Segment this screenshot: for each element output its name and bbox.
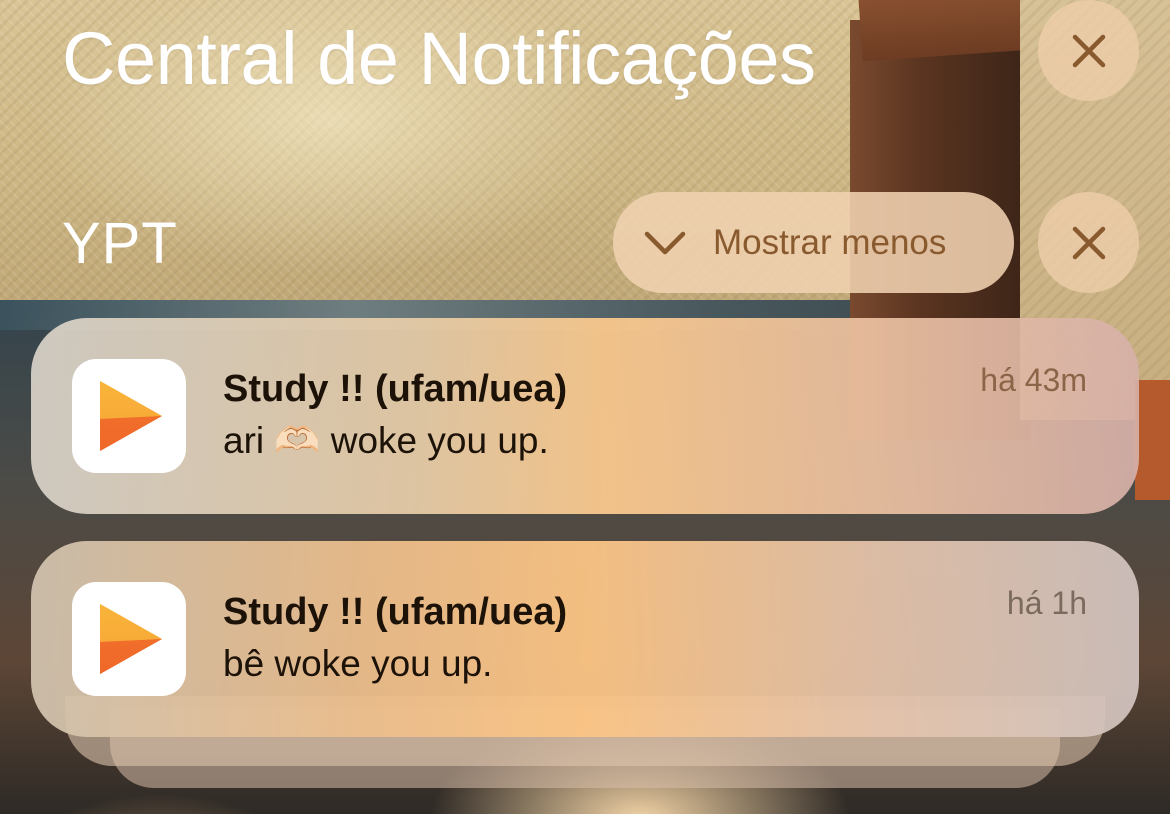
- app-icon: [72, 582, 186, 696]
- notification-title: Study !! (ufam/uea): [223, 368, 568, 410]
- notification-time: há 1h: [1006, 585, 1087, 621]
- page-title: Central de Notificações: [62, 17, 816, 100]
- play-icon: [100, 381, 162, 451]
- close-icon: [1072, 226, 1105, 259]
- clear-group-button[interactable]: [1038, 192, 1139, 293]
- play-icon: [100, 604, 162, 674]
- group-name: YPT: [62, 211, 178, 276]
- notification-body: bê woke you up.: [223, 643, 493, 684]
- notification-time: há 43m: [980, 362, 1087, 398]
- clear-all-button[interactable]: [1038, 0, 1139, 101]
- notification-card[interactable]: Study !! (ufam/uea) ari 🫶🏻 woke you up. …: [31, 318, 1139, 514]
- wallpaper-frame-accent: [1135, 380, 1170, 500]
- notification-body: ari 🫶🏻 woke you up.: [223, 420, 549, 461]
- notification-card[interactable]: Study !! (ufam/uea) bê woke you up. há 1…: [31, 541, 1139, 737]
- chevron-down-icon: [644, 231, 686, 254]
- close-icon: [1072, 34, 1105, 67]
- show-less-button[interactable]: Mostrar menos: [613, 192, 1014, 293]
- show-less-label: Mostrar menos: [713, 222, 947, 262]
- app-icon: [72, 359, 186, 473]
- notification-title: Study !! (ufam/uea): [223, 591, 568, 633]
